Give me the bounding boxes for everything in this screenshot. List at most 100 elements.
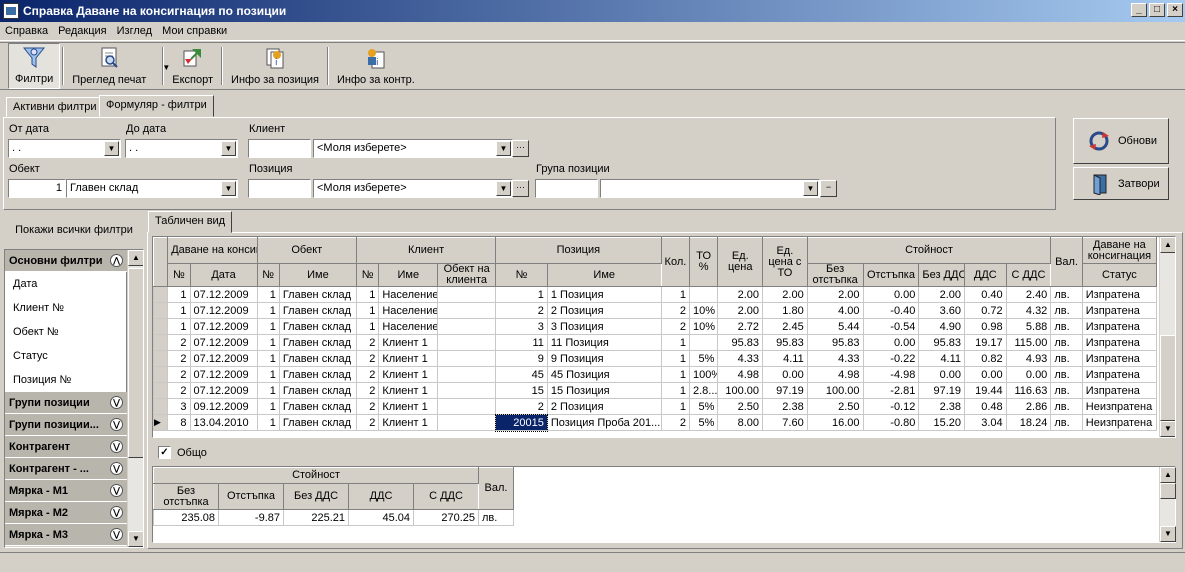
table-cell[interactable]: 3.04 xyxy=(964,414,1007,431)
table-cell[interactable]: -4.98 xyxy=(862,366,920,383)
table-cell[interactable]: Изпратена xyxy=(1081,286,1158,303)
table-cell[interactable]: Клиент 1 xyxy=(378,414,439,431)
table-cell[interactable]: 95.83 xyxy=(806,334,864,351)
position-code-input[interactable] xyxy=(248,179,311,198)
table-cell[interactable]: 4.11 xyxy=(918,350,966,367)
chevron-down-icon[interactable]: ▼ xyxy=(496,141,511,156)
scroll-thumb[interactable] xyxy=(128,268,143,458)
table-cell[interactable]: 15 xyxy=(495,382,548,399)
table-cell[interactable]: 1 xyxy=(256,334,280,351)
table-cell[interactable] xyxy=(437,286,497,303)
table-cell[interactable]: 2 xyxy=(167,350,191,367)
table-cell[interactable]: -0.40 xyxy=(862,302,920,319)
table-cell[interactable]: 1 xyxy=(256,414,280,431)
table-cell[interactable]: 95.83 xyxy=(762,334,808,351)
row-indicator[interactable] xyxy=(153,286,169,303)
row-indicator[interactable] xyxy=(153,398,169,415)
table-cell[interactable]: 2 xyxy=(167,382,191,399)
col-cl-no-header[interactable]: № xyxy=(355,263,380,287)
table-cell[interactable]: 4.98 xyxy=(806,366,864,383)
table-cell[interactable]: 5% xyxy=(688,414,719,431)
table-cell[interactable]: 100.00 xyxy=(717,382,764,399)
table-cell[interactable]: 0.00 xyxy=(762,366,808,383)
table-cell[interactable]: 2.45 xyxy=(762,318,808,335)
table-cell[interactable]: лв. xyxy=(1050,366,1083,383)
chevron-down-icon[interactable]: ▼ xyxy=(221,141,236,156)
filter-item-date[interactable]: Дата xyxy=(5,272,126,296)
table-cell[interactable]: лв. xyxy=(1050,334,1083,351)
contr-info-button[interactable]: i Инфо за контр. xyxy=(331,43,421,89)
table-cell[interactable]: Главен склад xyxy=(278,366,358,383)
checkmark-icon[interactable]: ✓ xyxy=(158,446,171,459)
table-cell[interactable]: Главен склад xyxy=(278,302,358,319)
table-cell[interactable] xyxy=(437,382,497,399)
table-cell[interactable]: 0.40 xyxy=(964,286,1007,303)
table-cell[interactable]: 1 Позиция xyxy=(546,286,662,303)
table-cell[interactable]: Главен склад xyxy=(278,414,358,431)
col-unit-price-to-header[interactable]: Ед. цена с ТО xyxy=(762,237,808,287)
table-cell[interactable]: 2.50 xyxy=(806,398,864,415)
chevron-down-icon[interactable]: ▼ xyxy=(496,181,511,196)
scroll-down-icon[interactable]: ▼ xyxy=(1160,526,1176,542)
table-cell[interactable]: 07.12.2009 xyxy=(189,302,258,319)
col-pos-name-header[interactable]: Име xyxy=(546,263,662,287)
section-contractor[interactable]: Контрагент ⋁ xyxy=(5,436,127,458)
scroll-thumb[interactable] xyxy=(1160,335,1175,421)
section-basic-filters[interactable]: Основни филтри ⋀ xyxy=(5,250,127,272)
table-row[interactable]: ▶ 8 13.04.2010 1 Главен склад 2 Клиент 1 20015 П… xyxy=(153,413,1158,432)
from-date-input[interactable]: . . ▼ xyxy=(8,139,121,158)
table-cell[interactable]: Главен склад xyxy=(278,334,358,351)
table-row[interactable]: 2 07.12.2009 1 Главен склад 2 Клиент 199 Пози… xyxy=(153,350,1158,367)
table-cell[interactable]: 0.00 xyxy=(918,366,966,383)
table-cell[interactable]: 1 xyxy=(256,286,280,303)
table-cell[interactable]: 1 xyxy=(167,318,191,335)
table-cell[interactable]: Изпратена xyxy=(1081,302,1158,319)
table-cell[interactable]: 4.33 xyxy=(717,350,764,367)
table-cell[interactable]: 2.00 xyxy=(918,286,966,303)
export-button[interactable]: Експорт xyxy=(166,43,219,89)
table-cell[interactable]: 1 xyxy=(355,286,380,303)
table-cell[interactable]: 1 xyxy=(660,350,690,367)
table-cell[interactable]: 4.00 xyxy=(806,302,864,319)
table-cell[interactable]: 2.00 xyxy=(717,286,764,303)
table-cell[interactable]: лв. xyxy=(1050,318,1083,335)
table-cell[interactable]: 45 Позиция xyxy=(546,366,662,383)
table-cell[interactable]: 18.24 xyxy=(1005,414,1052,431)
menu-view[interactable]: Изглед xyxy=(112,25,157,37)
table-cell[interactable]: 2.72 xyxy=(717,318,764,335)
scroll-up-icon[interactable]: ▲ xyxy=(128,250,143,266)
table-cell[interactable]: 1 xyxy=(660,366,690,383)
section-unit-m1[interactable]: Мярка - М1 ⋁ xyxy=(5,480,127,502)
client-select[interactable]: <Моля изберете> ▼ xyxy=(313,139,513,158)
table-cell[interactable]: 07.12.2009 xyxy=(189,286,258,303)
filter-item-position[interactable]: Позиция № xyxy=(5,368,126,392)
scroll-down-icon[interactable]: ▼ xyxy=(128,531,143,547)
col-qty-header[interactable]: Кол. xyxy=(660,237,690,287)
table-row[interactable]: 2 07.12.2009 1 Главен склад 2 Клиент 1 11 11 По… xyxy=(153,334,1158,351)
left-scrollbar[interactable]: ▲ ▼ xyxy=(127,250,143,547)
col-currency-header[interactable]: Вал. xyxy=(1050,237,1083,287)
table-cell[interactable]: 4.32 xyxy=(1005,302,1052,319)
table-cell[interactable] xyxy=(437,334,497,351)
table-cell[interactable]: 8.00 xyxy=(717,414,764,431)
table-row[interactable]: 1 07.12.2009 1 Главен склад 1 Население 1 1 Поз… xyxy=(153,286,1158,303)
table-cell[interactable]: 2 Позиция xyxy=(546,302,662,319)
table-cell[interactable] xyxy=(437,318,497,335)
group-code-input[interactable] xyxy=(535,179,598,198)
table-cell[interactable]: 2 xyxy=(495,302,548,319)
object-select[interactable]: Главен склад ▼ xyxy=(66,179,238,198)
chevron-down-icon[interactable]: ⋁ xyxy=(110,528,123,541)
chevron-down-icon[interactable]: ⋁ xyxy=(110,462,123,475)
col-date-header[interactable]: Дата xyxy=(189,263,258,287)
chevron-down-icon[interactable]: ▼ xyxy=(221,181,236,196)
table-cell[interactable]: Неизпратена xyxy=(1081,398,1158,415)
row-indicator[interactable] xyxy=(153,318,169,335)
position-browse-button[interactable]: ··· xyxy=(512,180,529,197)
table-cell[interactable]: 2 xyxy=(660,318,690,335)
menu-report[interactable]: Справка xyxy=(0,25,53,37)
table-cell[interactable]: Клиент 1 xyxy=(378,398,439,415)
object-code-input[interactable]: 1 xyxy=(8,179,66,198)
table-cell[interactable]: -2.81 xyxy=(862,382,920,399)
table-cell[interactable]: 3 xyxy=(167,398,191,415)
row-indicator[interactable] xyxy=(153,382,169,399)
